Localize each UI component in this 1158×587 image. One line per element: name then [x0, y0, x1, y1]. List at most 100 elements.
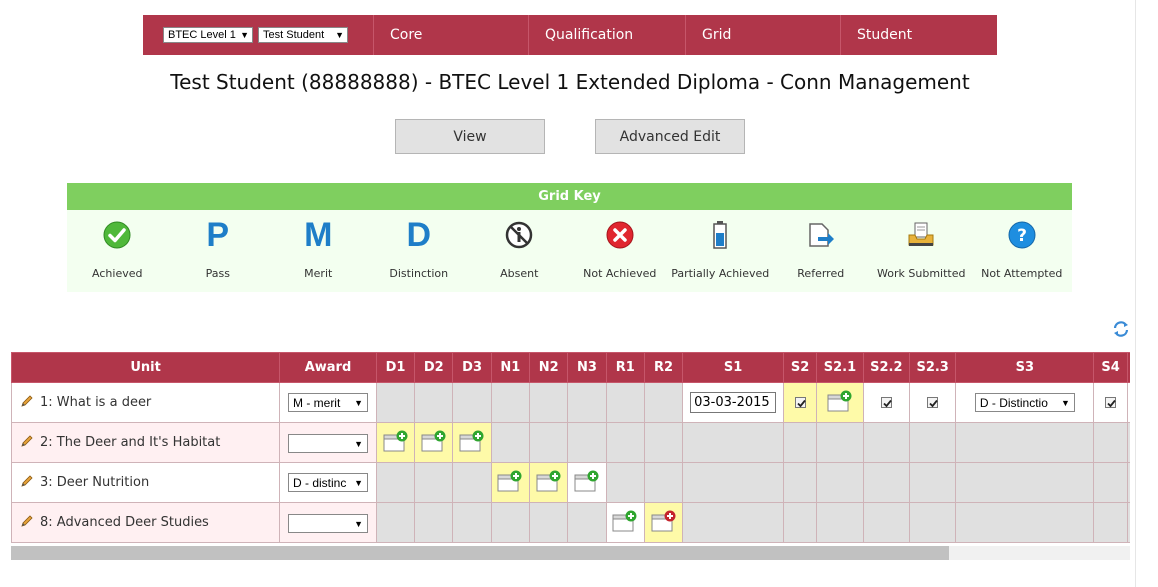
criteria-cell-s-partial — [1126, 382, 1130, 423]
s3-grade-select[interactable]: D - Distinctio ▼ — [974, 393, 1075, 412]
criteria-cell — [1093, 502, 1128, 543]
col-header-s3: S3 — [955, 352, 1095, 383]
criteria-cell — [783, 502, 818, 543]
table-row: 8: Advanced Deer Studies ▼ — [11, 502, 1130, 543]
add-note-green-icon[interactable] — [497, 470, 523, 496]
award-cell: D - distinc ▼ — [279, 462, 377, 503]
unit-name[interactable]: 2: The Deer and It's Habitat — [40, 435, 220, 450]
table-row: 1: What is a deer M - merit ▼ 03-03-2015 — [11, 382, 1130, 423]
key-label: Work Submitted — [877, 266, 966, 280]
key-item-partially-achieved: Partially Achieved — [670, 210, 771, 290]
add-note-green-icon[interactable] — [827, 390, 853, 416]
criteria-cell-d3 — [452, 422, 492, 463]
criteria-cell — [567, 502, 607, 543]
chevron-down-icon: ▼ — [335, 30, 344, 40]
advanced-edit-button[interactable]: Advanced Edit — [595, 119, 745, 154]
award-select[interactable]: D - distinc ▼ — [287, 473, 368, 492]
referred-icon — [806, 214, 836, 256]
date-input[interactable]: 03-03-2015 — [690, 392, 777, 413]
award-select[interactable]: ▼ — [287, 433, 368, 453]
criteria-cell — [783, 422, 818, 463]
unit-cell: 8: Advanced Deer Studies — [11, 502, 281, 543]
criteria-cell-s4 — [1093, 382, 1128, 423]
criteria-cell — [1126, 462, 1130, 503]
student-select[interactable]: Test Student ▼ — [258, 27, 348, 43]
add-note-red-icon[interactable] — [651, 510, 677, 536]
criteria-cell — [682, 502, 785, 543]
refresh-icon[interactable] — [1112, 320, 1130, 338]
col-header-r2: R2 — [643, 352, 684, 383]
checkbox-checked[interactable] — [880, 397, 892, 408]
criteria-cell — [816, 462, 864, 503]
horizontal-scrollbar[interactable] — [11, 546, 1130, 560]
criteria-cell — [414, 502, 454, 543]
col-header-d1: D1 — [375, 352, 416, 383]
unit-cell: 1: What is a deer — [11, 382, 281, 423]
nav-grid[interactable]: Grid — [686, 15, 841, 55]
criteria-cell — [1093, 422, 1128, 463]
key-item-merit: M Merit — [268, 210, 369, 290]
criteria-cell — [682, 422, 785, 463]
col-header-award: Award — [279, 352, 377, 383]
add-note-green-icon[interactable] — [459, 430, 485, 456]
col-header-r1: R1 — [605, 352, 645, 383]
pencil-icon[interactable] — [20, 394, 34, 412]
unit-name[interactable]: 1: What is a deer — [40, 395, 151, 410]
pencil-icon[interactable] — [20, 474, 34, 492]
criteria-cell-s2-3 — [908, 382, 957, 423]
add-note-green-icon[interactable] — [421, 430, 447, 456]
criteria-cell — [1126, 422, 1130, 463]
qualification-select[interactable]: BTEC Level 1 ▼ — [163, 27, 253, 43]
nav-selects: BTEC Level 1 ▼ Test Student ▼ — [143, 15, 374, 55]
pencil-icon[interactable] — [20, 434, 34, 452]
criteria-cell — [414, 462, 454, 503]
checkbox-checked[interactable] — [794, 397, 806, 408]
col-header-s1: S1 — [682, 352, 785, 383]
nav-core[interactable]: Core — [374, 15, 529, 55]
criteria-cell-s2-2 — [862, 382, 910, 423]
unit-name[interactable]: 3: Deer Nutrition — [40, 475, 149, 490]
col-header-n1: N1 — [490, 352, 531, 383]
award-select[interactable]: ▼ — [287, 513, 368, 533]
criteria-cell-d1 — [375, 422, 416, 463]
grid-key-heading: Grid Key — [67, 183, 1072, 210]
add-note-green-icon[interactable] — [383, 430, 409, 456]
col-header-s2-3: S2.3 — [908, 352, 957, 383]
question-icon: ? — [1008, 214, 1036, 256]
criteria-cell — [862, 462, 910, 503]
award-select[interactable]: M - merit ▼ — [287, 393, 368, 412]
chevron-down-icon: ▼ — [240, 30, 249, 40]
criteria-cell-s2 — [783, 382, 818, 423]
view-button[interactable]: View — [395, 119, 545, 154]
criteria-cell — [452, 462, 492, 503]
qualification-select-value: BTEC Level 1 — [168, 29, 236, 41]
criteria-cell-n1 — [490, 462, 531, 503]
checkbox-checked[interactable] — [927, 397, 939, 408]
nav-qualification[interactable]: Qualification — [529, 15, 686, 55]
add-note-green-icon[interactable] — [612, 510, 638, 536]
criteria-cell — [1126, 502, 1130, 543]
criteria-cell-r1 — [605, 502, 645, 543]
table-row: 2: The Deer and It's Habitat ▼ — [11, 422, 1130, 463]
nav-student[interactable]: Student — [841, 15, 997, 55]
pencil-icon[interactable] — [20, 514, 34, 532]
add-note-green-icon[interactable] — [536, 470, 562, 496]
scrollbar-thumb[interactable] — [11, 546, 949, 560]
table-row: 3: Deer Nutrition D - distinc ▼ — [11, 462, 1130, 503]
col-header-d3: D3 — [452, 352, 492, 383]
criteria-cell — [529, 502, 569, 543]
unit-name[interactable]: 8: Advanced Deer Studies — [40, 515, 209, 530]
distinction-letter: D — [406, 216, 432, 254]
s3-grade-value: D - Distinctio — [979, 395, 1048, 410]
grid-key-items: Achieved P Pass M Merit D Distinction Ab… — [67, 210, 1072, 290]
checkbox-checked[interactable] — [1105, 397, 1117, 408]
add-note-green-icon[interactable] — [574, 470, 600, 496]
criteria-cell-s2-1 — [816, 382, 864, 423]
criteria-cell — [452, 382, 492, 423]
award-value: M - merit — [292, 395, 341, 410]
top-navigation: BTEC Level 1 ▼ Test Student ▼ Core Quali… — [143, 15, 997, 55]
pass-letter-icon: P — [206, 214, 229, 256]
student-select-value: Test Student — [263, 29, 325, 41]
key-label: Absent — [500, 266, 539, 280]
criteria-cell-n3 — [567, 462, 607, 503]
